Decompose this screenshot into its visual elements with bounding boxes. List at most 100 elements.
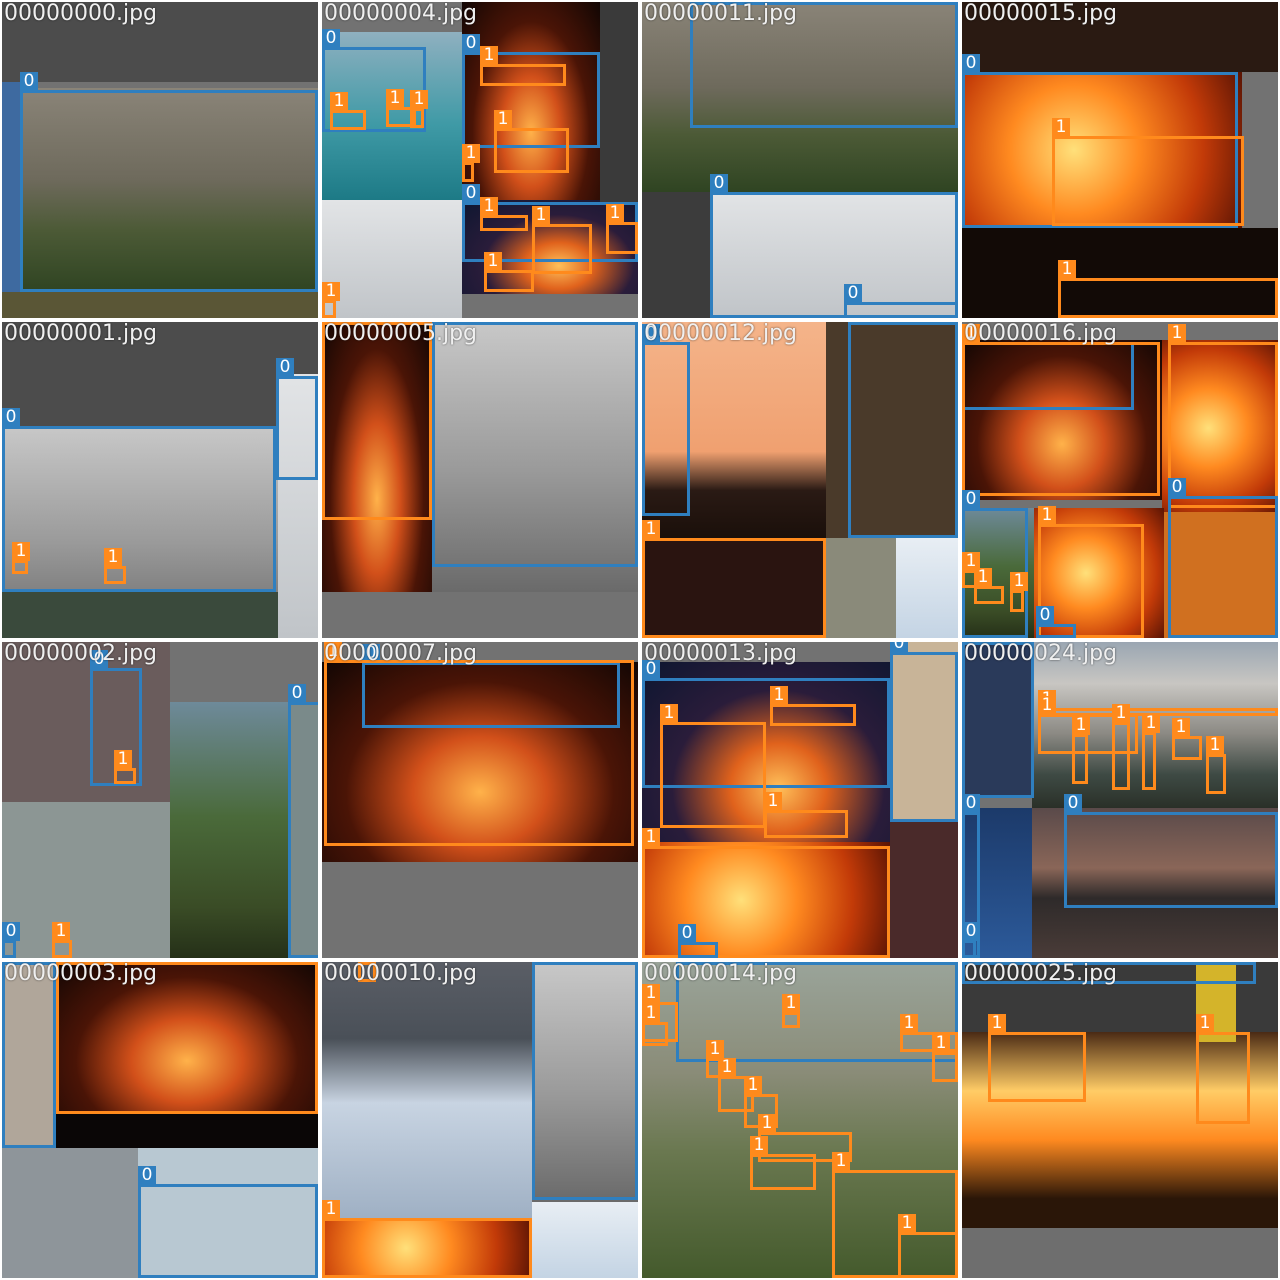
class-label: 1 [1172, 718, 1190, 737]
bounding-box-class-0: 0 [1168, 478, 1278, 638]
image-tile: 011111111111100000014.jpg [642, 962, 958, 1278]
class-label: 1 [480, 197, 498, 216]
photo-region [2, 82, 20, 318]
photo-region [642, 192, 710, 318]
class-label: 1 [114, 750, 132, 769]
bounding-box-class-1: 1 [330, 92, 366, 130]
class-label: 0 [276, 358, 294, 377]
class-label: 0 [2, 408, 20, 427]
tile-filename: 00000002.jpg [4, 642, 158, 666]
class-label: 1 [642, 520, 660, 539]
tile-filename: 00000003.jpg [4, 962, 158, 986]
bounding-box-class-1: 1 [606, 204, 638, 254]
class-label: 1 [764, 792, 782, 811]
tile-filename: 00000000.jpg [4, 2, 158, 26]
mosaic-grid: 0 00000000.jpg 0 0 1 1 1 1 1 1 0 1 1 1 1 1 00000004.jpg 0… [0, 0, 1280, 1280]
image-tile: 10000000003.jpg [2, 962, 318, 1278]
image-tile: 11000000025.jpg [962, 962, 1278, 1278]
bounding-box-class-0: 0 [276, 358, 318, 480]
bounding-box-class-1: 1 [12, 542, 30, 574]
bounding-box-class-0: 0 [890, 642, 958, 822]
class-label: 1 [1168, 324, 1186, 343]
class-label: 0 [138, 1166, 156, 1185]
class-label: 1 [410, 90, 428, 109]
bounding-box-class-1: 1 [1172, 718, 1202, 760]
class-label: 0 [462, 34, 480, 53]
bounding-box-class-1: 1 [324, 642, 634, 846]
photo-region [322, 200, 462, 318]
bounding-box-class-1: 1 [114, 750, 136, 784]
bounding-box-class-1: 1 [782, 994, 800, 1028]
photo-region [2, 592, 278, 638]
bounding-box-class-0: 0 [962, 922, 980, 958]
image-tile: 0111111100000000024.jpg [962, 642, 1278, 958]
bounding-box-class-1: 1 [642, 520, 826, 638]
tile-filename: 00000013.jpg [644, 642, 798, 666]
tile-filename: 00000016.jpg [964, 322, 1118, 346]
class-label: 1 [322, 282, 340, 301]
photo-region [322, 592, 638, 638]
bounding-box-class-0: 0 [1064, 794, 1278, 908]
tile-filename: 00000024.jpg [964, 642, 1118, 666]
class-label: 1 [1206, 736, 1224, 755]
bounding-box-class-1: 1 [932, 1034, 958, 1082]
tile-filename: 00000025.jpg [964, 962, 1118, 986]
tile-filename: 00000005.jpg [324, 322, 478, 346]
bounding-box-class-0: 0 [138, 1166, 318, 1278]
photo-region [322, 962, 532, 1218]
class-label: 0 [962, 54, 980, 73]
class-label: 1 [1072, 716, 1090, 735]
bounding-box-class-0: 0 [642, 324, 690, 516]
class-label: 1 [1142, 714, 1160, 733]
image-tile: 0 0 1 1 00000001.jpg [2, 322, 318, 638]
class-label: 1 [718, 1058, 736, 1077]
bounding-box-class-1: 1 [974, 568, 1004, 604]
class-label: 0 [962, 490, 980, 509]
class-label: 0 [1064, 794, 1082, 813]
tile-filename: 00000014.jpg [644, 962, 798, 986]
class-label: 1 [480, 46, 498, 65]
bounding-box-class-0: 0 [844, 284, 958, 318]
image-tile: 011001111000000016.jpg [962, 322, 1278, 638]
bounding-box-class-1: 1 [1206, 736, 1226, 794]
class-label: 1 [1112, 704, 1130, 723]
class-label: 1 [606, 204, 624, 223]
class-label: 1 [1010, 572, 1028, 591]
class-label: 1 [642, 984, 660, 1003]
bounding-box-class-1: 1 [1058, 260, 1278, 318]
class-label: 0 [678, 924, 696, 943]
photo-region [2, 292, 318, 318]
image-tile: 0 00000000.jpg [2, 2, 318, 318]
class-label: 0 [962, 794, 980, 813]
bounding-box-class-1: 1 [322, 1200, 532, 1278]
class-label: 1 [660, 704, 678, 723]
class-label: 1 [462, 144, 480, 163]
bounding-box-class-1: 1 [480, 46, 566, 86]
bounding-box-class-1: 1 [480, 197, 528, 231]
photo-region [2, 1148, 138, 1278]
class-label: 0 [710, 174, 728, 193]
photo-region [896, 538, 958, 638]
bounding-box-class-1: 1 [962, 324, 1160, 496]
photo-region [2, 642, 170, 802]
tile-filename: 00000004.jpg [324, 2, 478, 26]
class-label: 0 [848, 322, 866, 323]
class-label: 1 [988, 1014, 1006, 1033]
class-label: 1 [750, 1136, 768, 1155]
image-tile: 0 1 00000007.jpg [322, 642, 638, 958]
class-label: 0 [1036, 606, 1054, 625]
class-label: 1 [12, 542, 30, 561]
class-label: 1 [770, 686, 788, 705]
photo-region [600, 2, 638, 202]
bounding-box-class-1: 1 [764, 792, 848, 838]
class-label: 0 [322, 29, 340, 48]
bounding-box-class-1: 1 [1072, 716, 1090, 784]
bounding-box-class-1: 1 [1010, 572, 1028, 612]
tile-filename: 00000001.jpg [4, 322, 158, 346]
tile-filename: 00000010.jpg [324, 962, 478, 986]
image-tile: 00000000011.jpg [642, 2, 958, 318]
class-label: 1 [744, 1076, 762, 1095]
class-label: 1 [758, 1114, 776, 1133]
photo-region [890, 822, 958, 958]
bounding-box-class-1: 1 [1196, 1014, 1250, 1124]
